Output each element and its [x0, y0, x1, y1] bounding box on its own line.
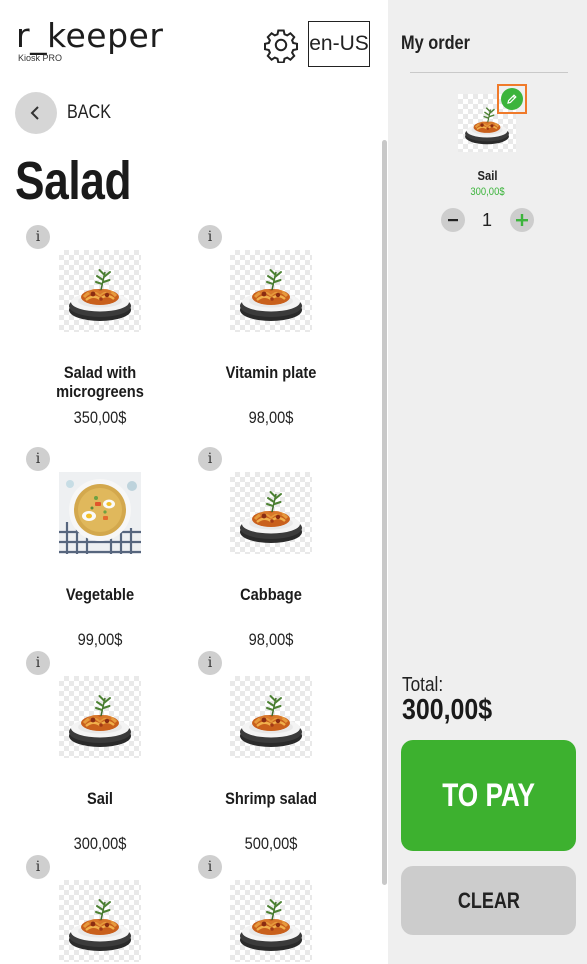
total-value: 300,00$ [402, 694, 493, 726]
clear-button[interactable]: CLEAR [401, 866, 576, 935]
edit-item-button[interactable] [497, 84, 527, 114]
product-card[interactable]: i Sail 300,00$ [0, 426, 170, 853]
info-icon[interactable]: i [26, 855, 50, 879]
decrease-quantity-button[interactable] [441, 208, 465, 232]
increase-quantity-button[interactable] [510, 208, 534, 232]
menu-panel: r_keeper Kiosk PRO en-US BACK Salad i Sa… [0, 0, 388, 964]
order-item-quantity: 1 [481, 210, 492, 230]
product-image[interactable] [59, 880, 141, 962]
product-card[interactable]: i Vegetable 99,00$ [0, 222, 170, 649]
order-item-name: Sail [477, 168, 498, 183]
divider [410, 72, 568, 73]
info-icon[interactable]: i [198, 855, 222, 879]
clear-button-label: CLEAR [457, 887, 520, 913]
pencil-icon[interactable] [501, 88, 523, 110]
product-card[interactable]: i [170, 630, 340, 962]
pay-button-label: TO PAY [442, 777, 535, 813]
product-card[interactable]: i Cabbage 98,00$ [170, 222, 340, 649]
minus-icon [448, 219, 458, 222]
order-item-price: 300,00$ [470, 186, 505, 198]
plus-icon [516, 214, 528, 226]
pay-button[interactable]: TO PAY [401, 740, 576, 851]
product-card[interactable]: i Salad with microgreens 350,00$ [0, 0, 170, 427]
product-image[interactable] [230, 880, 312, 962]
order-panel: My order Sail 300,00$ 1 Total: 300,00$ T [388, 0, 587, 964]
scrollbar[interactable] [382, 140, 387, 885]
product-card[interactable]: i [0, 630, 170, 962]
order-title: My order [401, 33, 471, 54]
product-card[interactable]: i Shrimp salad 500,00$ [170, 426, 340, 853]
product-card[interactable]: i Vitamin plate 98,00$ [170, 0, 340, 427]
